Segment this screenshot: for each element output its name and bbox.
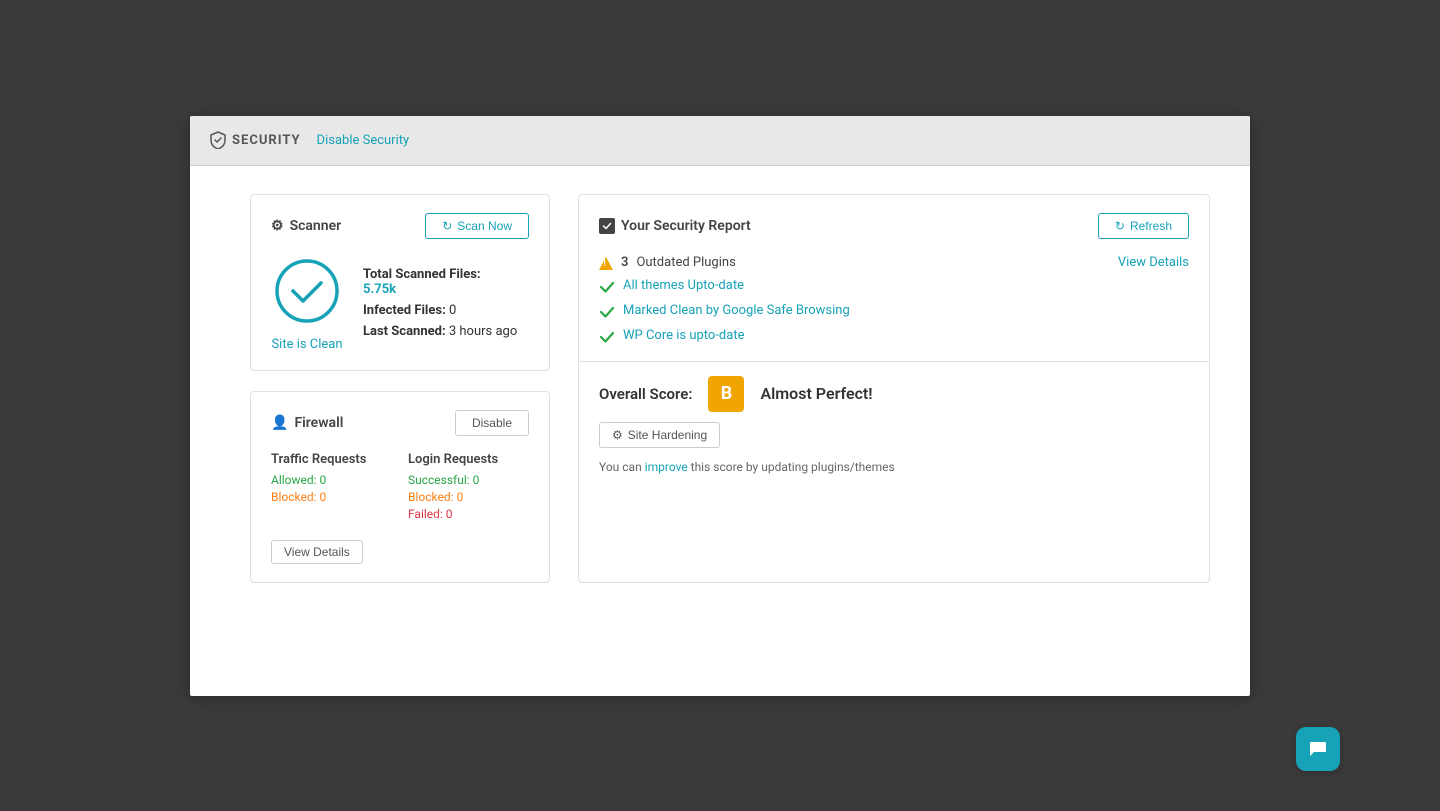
firewall-stats-row: Traffic Requests Allowed: 0 Blocked: 0 L… [271,452,529,524]
firewall-user-icon: 👤 [271,415,288,431]
report-item-themes: All themes Upto-date [599,278,1189,295]
site-hardening-button[interactable]: ⚙ Site Hardening [599,422,720,448]
report-item-wpcore: WP Core is upto-date [599,328,1189,345]
report-item-outdated-plugins: ! 3 Outdated Plugins View Details [599,255,1189,270]
infected-stat: Infected Files: 0 [363,303,517,318]
firewall-disable-button[interactable]: Disable [455,410,529,436]
site-hardening-row: ⚙ Site Hardening [599,422,1189,448]
disable-security-link[interactable]: Disable Security [317,133,410,148]
scanner-stats: Total Scanned Files: 5.75k Infected File… [363,267,517,339]
traffic-blocked: Blocked: 0 [271,490,392,504]
firewall-header: 👤 Firewall Disable [271,410,529,436]
outdated-text: Outdated Plugins [636,255,735,270]
check-icon-themes [599,279,615,295]
scanner-gear-icon: ⚙ [271,218,284,234]
firewall-view-details-button[interactable]: View Details [271,540,363,564]
firewall-view-details: View Details [271,536,529,564]
refresh-button[interactable]: ↻ Refresh [1098,213,1189,239]
themes-text: All themes Upto-date [623,278,744,293]
report-item-google: Marked Clean by Google Safe Browsing [599,303,1189,320]
report-header: Your Security Report ↻ Refresh [599,213,1189,239]
traffic-allowed: Allowed: 0 [271,473,392,487]
traffic-requests-col: Traffic Requests Allowed: 0 Blocked: 0 [271,452,392,524]
scanner-body: Site is Clean Total Scanned Files: 5.75k… [271,255,529,352]
right-column: Your Security Report ↻ Refresh ! [578,194,1210,583]
scanner-circle-area: Site is Clean [271,255,343,352]
top-bar: SECURITY Disable Security [190,116,1250,166]
main-container: SECURITY Disable Security ⚙ Scanner ↻ Sc… [190,116,1250,696]
scan-now-button[interactable]: ↻ Scan Now [425,213,529,239]
grade-text: Almost Perfect! [760,384,872,403]
top-bar-title: SECURITY [210,131,301,149]
check-icon-wpcore [599,329,615,345]
outdated-count: 3 [621,255,628,270]
content-area: ⚙ Scanner ↻ Scan Now Site is Clean [190,166,1250,611]
shield-icon [210,131,226,149]
improve-link[interactable]: improve [645,460,688,474]
security-report-card: Your Security Report ↻ Refresh ! [578,194,1210,583]
firewall-card: 👤 Firewall Disable Traffic Requests Allo… [250,391,550,583]
total-scanned-stat: Total Scanned Files: 5.75k [363,267,517,297]
login-blocked: Blocked: 0 [408,490,529,504]
scanner-header: ⚙ Scanner ↻ Scan Now [271,213,529,239]
scanner-title: ⚙ Scanner [271,218,341,234]
grade-badge: B [708,376,744,412]
report-check-icon [599,218,615,234]
last-scanned-stat: Last Scanned: 3 hours ago [363,324,517,339]
gear-icon-hardening: ⚙ [612,428,623,442]
chat-icon [1307,738,1329,760]
site-clean-label: Site is Clean [271,337,343,352]
overall-score-section: Overall Score: B Almost Perfect! ⚙ Site … [599,362,1189,490]
scanner-card: ⚙ Scanner ↻ Scan Now Site is Clean [250,194,550,371]
refresh-icon: ↻ [1115,219,1125,233]
login-successful: Successful: 0 [408,473,529,487]
wpcore-text: WP Core is upto-date [623,328,744,343]
chat-bubble[interactable] [1296,727,1340,771]
view-details-link[interactable]: View Details [1118,255,1189,270]
firewall-title: 👤 Firewall [271,415,343,431]
overall-score-row: Overall Score: B Almost Perfect! [599,376,1189,412]
google-text: Marked Clean by Google Safe Browsing [623,303,850,318]
login-failed: Failed: 0 [408,507,529,521]
report-title: Your Security Report [599,218,751,234]
refresh-small-icon: ↻ [442,219,452,233]
report-items: ! 3 Outdated Plugins View Details All th… [599,255,1189,345]
overall-score-label: Overall Score: [599,385,692,403]
left-column: ⚙ Scanner ↻ Scan Now Site is Clean [250,194,550,583]
check-icon-google [599,304,615,320]
login-requests-col: Login Requests Successful: 0 Blocked: 0 … [408,452,529,524]
warning-triangle-icon: ! [599,257,613,270]
scanner-check-circle [271,255,343,327]
score-note: You can improve this score by updating p… [599,460,1189,474]
